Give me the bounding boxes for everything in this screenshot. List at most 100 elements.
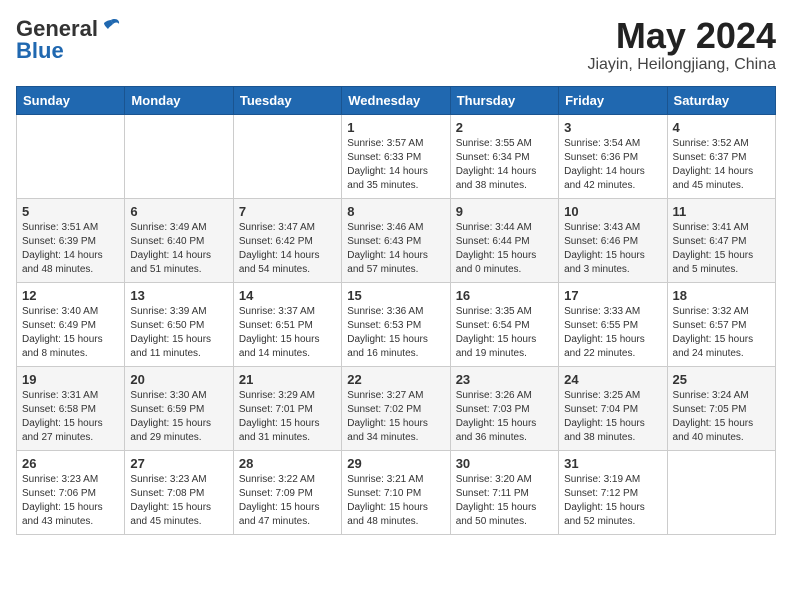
cell-content: Sunrise: 3:32 AMSunset: 6:57 PMDaylight:…	[673, 305, 770, 361]
calendar-cell: 22 Sunrise: 3:27 AMSunset: 7:02 PMDayligh…	[342, 366, 450, 450]
calendar-table: SundayMondayTuesdayWednesdayThursdayFrid…	[16, 86, 776, 535]
cell-content: Sunrise: 3:21 AMSunset: 7:10 PMDaylight:…	[347, 473, 444, 529]
calendar-cell: 10 Sunrise: 3:43 AMSunset: 6:46 PMDayligh…	[559, 198, 667, 282]
calendar-cell: 12 Sunrise: 3:40 AMSunset: 6:49 PMDayligh…	[17, 282, 125, 366]
month-title: May 2024	[587, 16, 776, 56]
calendar-cell: 3Sunrise: 3:54 AMSunset: 6:36 PMDaylight…	[559, 114, 667, 198]
calendar-cell: 25 Sunrise: 3:24 AMSunset: 7:05 PMDayligh…	[667, 366, 775, 450]
calendar-cell: 30 Sunrise: 3:20 AMSunset: 7:11 PMDayligh…	[450, 450, 558, 534]
cell-content: Sunrise: 3:57 AMSunset: 6:33 PMDaylight:…	[347, 137, 444, 193]
day-number: 7	[239, 204, 336, 219]
day-header-wednesday: Wednesday	[342, 86, 450, 114]
cell-content: Sunrise: 3:27 AMSunset: 7:02 PMDaylight:…	[347, 389, 444, 445]
calendar-cell: 24 Sunrise: 3:25 AMSunset: 7:04 PMDayligh…	[559, 366, 667, 450]
title-block: May 2024 Jiayin, Heilongjiang, China	[587, 16, 776, 74]
calendar-cell: 18 Sunrise: 3:32 AMSunset: 6:57 PMDayligh…	[667, 282, 775, 366]
day-number: 18	[673, 288, 770, 303]
calendar-cell: 15Sunrise: 3:36 AMSunset: 6:53 PMDayligh…	[342, 282, 450, 366]
cell-content: Sunrise: 3:40 AMSunset: 6:49 PMDaylight:…	[22, 305, 119, 361]
calendar-cell: 28Sunrise: 3:22 AMSunset: 7:09 PMDayligh…	[233, 450, 341, 534]
day-number: 20	[130, 372, 227, 387]
cell-content: Sunrise: 3:49 AMSunset: 6:40 PMDaylight:…	[130, 221, 227, 277]
cell-content: Sunrise: 3:30 AMSunset: 6:59 PMDaylight:…	[130, 389, 227, 445]
cell-content: Sunrise: 3:46 AMSunset: 6:43 PMDaylight:…	[347, 221, 444, 277]
day-number: 8	[347, 204, 444, 219]
calendar-cell: 6 Sunrise: 3:49 AMSunset: 6:40 PMDaylight…	[125, 198, 233, 282]
day-number: 30	[456, 456, 553, 471]
cell-content: Sunrise: 3:22 AMSunset: 7:09 PMDaylight:…	[239, 473, 336, 529]
calendar-cell: 5 Sunrise: 3:51 AMSunset: 6:39 PMDaylight…	[17, 198, 125, 282]
location-title: Jiayin, Heilongjiang, China	[587, 56, 776, 74]
day-number: 13	[130, 288, 227, 303]
calendar-header-row: SundayMondayTuesdayWednesdayThursdayFrid…	[17, 86, 776, 114]
day-number: 24	[564, 372, 661, 387]
cell-content: Sunrise: 3:52 AMSunset: 6:37 PMDaylight:…	[673, 137, 770, 193]
day-number: 21	[239, 372, 336, 387]
cell-content: Sunrise: 3:37 AMSunset: 6:51 PMDaylight:…	[239, 305, 336, 361]
calendar-cell: 13Sunrise: 3:39 AMSunset: 6:50 PMDayligh…	[125, 282, 233, 366]
day-number: 26	[22, 456, 119, 471]
calendar-cell: 11Sunrise: 3:41 AMSunset: 6:47 PMDayligh…	[667, 198, 775, 282]
calendar-cell: 17 Sunrise: 3:33 AMSunset: 6:55 PMDayligh…	[559, 282, 667, 366]
day-number: 1	[347, 120, 444, 135]
day-header-thursday: Thursday	[450, 86, 558, 114]
cell-content: Sunrise: 3:44 AMSunset: 6:44 PMDaylight:…	[456, 221, 553, 277]
day-number: 4	[673, 120, 770, 135]
cell-content: Sunrise: 3:35 AMSunset: 6:54 PMDaylight:…	[456, 305, 553, 361]
cell-content: Sunrise: 3:23 AMSunset: 7:08 PMDaylight:…	[130, 473, 227, 529]
day-header-saturday: Saturday	[667, 86, 775, 114]
calendar-week-row: 12 Sunrise: 3:40 AMSunset: 6:49 PMDayligh…	[17, 282, 776, 366]
day-number: 22	[347, 372, 444, 387]
day-number: 19	[22, 372, 119, 387]
cell-content: Sunrise: 3:33 AMSunset: 6:55 PMDaylight:…	[564, 305, 661, 361]
day-number: 17	[564, 288, 661, 303]
calendar-cell: 21 Sunrise: 3:29 AMSunset: 7:01 PMDayligh…	[233, 366, 341, 450]
day-header-sunday: Sunday	[17, 86, 125, 114]
calendar-week-row: 19 Sunrise: 3:31 AMSunset: 6:58 PMDayligh…	[17, 366, 776, 450]
day-number: 6	[130, 204, 227, 219]
calendar-cell: 19 Sunrise: 3:31 AMSunset: 6:58 PMDayligh…	[17, 366, 125, 450]
calendar-cell: 16 Sunrise: 3:35 AMSunset: 6:54 PMDayligh…	[450, 282, 558, 366]
day-number: 16	[456, 288, 553, 303]
cell-content: Sunrise: 3:23 AMSunset: 7:06 PMDaylight:…	[22, 473, 119, 529]
calendar-cell	[667, 450, 775, 534]
cell-content: Sunrise: 3:19 AMSunset: 7:12 PMDaylight:…	[564, 473, 661, 529]
day-number: 10	[564, 204, 661, 219]
cell-content: Sunrise: 3:29 AMSunset: 7:01 PMDaylight:…	[239, 389, 336, 445]
cell-content: Sunrise: 3:36 AMSunset: 6:53 PMDaylight:…	[347, 305, 444, 361]
cell-content: Sunrise: 3:41 AMSunset: 6:47 PMDaylight:…	[673, 221, 770, 277]
calendar-cell: 23Sunrise: 3:26 AMSunset: 7:03 PMDayligh…	[450, 366, 558, 450]
calendar-cell: 1 Sunrise: 3:57 AMSunset: 6:33 PMDaylight…	[342, 114, 450, 198]
day-number: 5	[22, 204, 119, 219]
day-number: 31	[564, 456, 661, 471]
calendar-cell: 9 Sunrise: 3:44 AMSunset: 6:44 PMDaylight…	[450, 198, 558, 282]
calendar-cell: 27Sunrise: 3:23 AMSunset: 7:08 PMDayligh…	[125, 450, 233, 534]
calendar-cell: 8 Sunrise: 3:46 AMSunset: 6:43 PMDaylight…	[342, 198, 450, 282]
cell-content: Sunrise: 3:43 AMSunset: 6:46 PMDaylight:…	[564, 221, 661, 277]
day-number: 2	[456, 120, 553, 135]
day-number: 23	[456, 372, 553, 387]
cell-content: Sunrise: 3:25 AMSunset: 7:04 PMDaylight:…	[564, 389, 661, 445]
calendar-cell	[233, 114, 341, 198]
calendar-week-row: 1 Sunrise: 3:57 AMSunset: 6:33 PMDaylight…	[17, 114, 776, 198]
day-number: 3	[564, 120, 661, 135]
calendar-cell	[17, 114, 125, 198]
calendar-cell: 4 Sunrise: 3:52 AMSunset: 6:37 PMDaylight…	[667, 114, 775, 198]
cell-content: Sunrise: 3:24 AMSunset: 7:05 PMDaylight:…	[673, 389, 770, 445]
cell-content: Sunrise: 3:31 AMSunset: 6:58 PMDaylight:…	[22, 389, 119, 445]
calendar-cell: 2 Sunrise: 3:55 AMSunset: 6:34 PMDaylight…	[450, 114, 558, 198]
calendar-cell: 31 Sunrise: 3:19 AMSunset: 7:12 PMDayligh…	[559, 450, 667, 534]
day-number: 9	[456, 204, 553, 219]
cell-content: Sunrise: 3:51 AMSunset: 6:39 PMDaylight:…	[22, 221, 119, 277]
calendar-cell: 26 Sunrise: 3:23 AMSunset: 7:06 PMDayligh…	[17, 450, 125, 534]
day-header-monday: Monday	[125, 86, 233, 114]
calendar-cell: 20 Sunrise: 3:30 AMSunset: 6:59 PMDayligh…	[125, 366, 233, 450]
day-number: 25	[673, 372, 770, 387]
calendar-cell	[125, 114, 233, 198]
logo-blue: Blue	[16, 38, 64, 64]
cell-content: Sunrise: 3:55 AMSunset: 6:34 PMDaylight:…	[456, 137, 553, 193]
day-header-tuesday: Tuesday	[233, 86, 341, 114]
cell-content: Sunrise: 3:20 AMSunset: 7:11 PMDaylight:…	[456, 473, 553, 529]
day-number: 12	[22, 288, 119, 303]
calendar-week-row: 26 Sunrise: 3:23 AMSunset: 7:06 PMDayligh…	[17, 450, 776, 534]
